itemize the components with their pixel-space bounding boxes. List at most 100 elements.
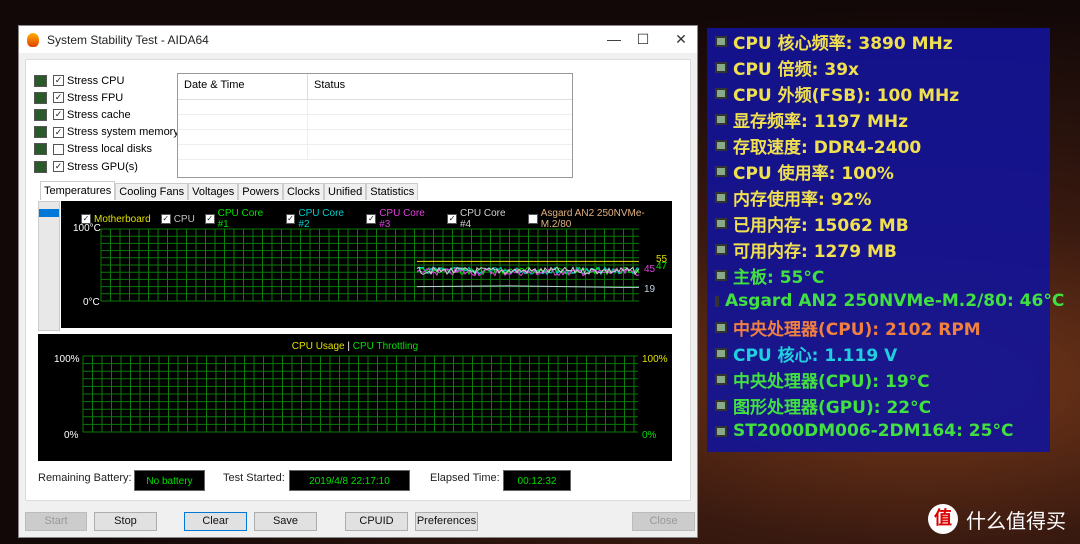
tab-clocks[interactable]: Clocks (282, 183, 324, 200)
title-bar: System Stability Test - AIDA64 — ☐ ✕ (19, 26, 697, 53)
sensor-scrollbar[interactable] (38, 201, 60, 331)
aida64-window: System Stability Test - AIDA64 — ☐ ✕ ✓ St… (18, 25, 698, 538)
osd-text: CPU 倍频: 39x (733, 59, 859, 80)
stress-label: Stress system memory (67, 126, 179, 139)
osd-text: CPU 使用率: 100% (733, 163, 894, 184)
osd-text: CPU 外频(FSB): 100 MHz (733, 85, 960, 106)
cpu-usage-title: CPU Usage (291, 341, 345, 352)
stress-checkbox[interactable] (53, 143, 64, 155)
osd-row: CPU 外频(FSB): 100 MHz (707, 80, 1050, 106)
osd-row: 内存使用率: 92% (707, 184, 1050, 210)
stress-label: Stress FPU (67, 91, 124, 104)
osd-text: 可用内存: 1279 MB (733, 241, 897, 262)
clear-button[interactable]: Clear (184, 512, 247, 531)
elapsed-time-label: Elapsed Time: (430, 472, 500, 484)
stress-options: ✓ Stress CPU ✓ Stress FPU ✓ Stress cache ✓ Stre… (34, 72, 179, 175)
stress-label: Stress CPU (67, 74, 125, 87)
aida64-logo-icon (27, 32, 39, 47)
osd-row: ST2000DM006-2DM164: 25°C (707, 418, 1050, 444)
stress-label: Stress cache (67, 108, 131, 121)
stress-option[interactable]: ✓ Stress GPU(s) (34, 158, 179, 175)
osd-text: CPU 核心频率: 3890 MHz (733, 33, 953, 54)
usage-y-max: 100% (54, 354, 80, 365)
cpu-temp-label: 19 (644, 284, 656, 295)
osd-row: 主板: 55°C (707, 262, 1050, 288)
col-status[interactable]: Status (308, 74, 345, 99)
battery-label: Remaining Battery: (38, 472, 132, 484)
close-button[interactable]: Close (632, 512, 695, 531)
osd-row: CPU 核心: 1.119 V (707, 340, 1050, 366)
osd-row: Asgard AN2 250NVMe-M.2/80: 46°C (707, 288, 1064, 314)
osd-text: 显存频率: 1197 MHz (733, 111, 908, 132)
stress-option[interactable]: ✓ Stress system memory (34, 124, 179, 141)
cpuid-button[interactable]: CPUID (345, 512, 408, 531)
osd-text: 内存使用率: 92% (733, 189, 872, 210)
watermark: 值 什么值得买 (928, 504, 1066, 534)
tab-statistics[interactable]: Statistics (366, 183, 419, 200)
close-window-button[interactable]: ✕ (664, 28, 698, 50)
tab-powers[interactable]: Powers (238, 183, 283, 200)
cpu-icon (715, 35, 727, 47)
motherboard-icon (715, 269, 727, 281)
watermark-logo: 值 (928, 504, 958, 534)
stress-checkbox[interactable]: ✓ (53, 126, 64, 138)
elapsed-time-value: 00:12:32 (503, 470, 571, 491)
memory-icon (715, 217, 727, 229)
memory-icon (715, 243, 727, 255)
stress-option[interactable]: ✓ Stress FPU (34, 89, 179, 106)
osd-row: 显存频率: 1197 MHz (707, 106, 1050, 132)
tab-temperatures[interactable]: Temperatures (40, 181, 116, 200)
save-button[interactable]: Save (254, 512, 317, 531)
sensor-osd-panel: CPU 核心频率: 3890 MHz CPU 倍频: 39x CPU 外频(FSB)… (707, 28, 1064, 452)
stress-option[interactable]: ✓ Stress CPU (34, 72, 179, 89)
stress-label: Stress GPU(s) (67, 160, 138, 173)
temp-y-min: 0°C (83, 297, 100, 308)
stress-option[interactable]: ✓ Stress cache (34, 106, 179, 123)
stress-device-icon (34, 143, 47, 156)
osd-text: 中央处理器(CPU): 2102 RPM (733, 319, 981, 340)
test-started-value: 2019/4/8 22:17:10 (289, 470, 410, 491)
usage-y-min: 0% (64, 430, 79, 441)
start-button[interactable]: Start (25, 512, 87, 531)
osd-text: 存取速度: DDR4-2400 (733, 137, 922, 158)
osd-row: 存取速度: DDR4-2400 (707, 132, 1050, 158)
stress-checkbox[interactable]: ✓ (53, 92, 64, 104)
osd-text: ST2000DM006-2DM164: 25°C (733, 421, 1014, 441)
osd-row: CPU 使用率: 100% (707, 158, 1050, 184)
stress-device-icon (34, 74, 47, 87)
osd-row: 中央处理器(CPU): 19°C (707, 366, 1050, 392)
window-title: System Stability Test - AIDA64 (47, 32, 209, 47)
cpu-icon (715, 373, 727, 385)
memory-icon (715, 113, 727, 125)
temperature-chart: ✓ Motherboard ✓ CPU ✓ CPU Core #1 ✓ CPU Core #2… (61, 201, 672, 328)
watermark-text: 什么值得买 (966, 508, 1066, 533)
cpu-icon (715, 321, 727, 333)
osd-row: 已用内存: 15062 MB (707, 210, 1050, 236)
core-temp-label: 47 (656, 261, 668, 272)
col-datetime[interactable]: Date & Time (178, 74, 308, 99)
gpu-icon (715, 399, 727, 411)
osd-row: 可用内存: 1279 MB (707, 236, 1050, 262)
stress-device-icon (34, 160, 47, 173)
throttle-y-min: 0% (642, 430, 657, 441)
stress-checkbox[interactable]: ✓ (53, 75, 64, 87)
osd-row: CPU 核心频率: 3890 MHz (707, 28, 1050, 54)
osd-text: Asgard AN2 250NVMe-M.2/80: 46°C (725, 291, 1065, 311)
cpu-icon (715, 61, 727, 73)
osd-text: 图形处理器(GPU): 22°C (733, 397, 932, 418)
log-table[interactable]: Date & Time Status (177, 73, 573, 178)
osd-text: CPU 核心: 1.119 V (733, 345, 898, 366)
stress-checkbox[interactable]: ✓ (53, 109, 64, 121)
stop-button[interactable]: Stop (94, 512, 157, 531)
stress-option[interactable]: Stress local disks (34, 141, 179, 158)
tab-unified[interactable]: Unified (324, 183, 367, 200)
tab-cooling-fans[interactable]: Cooling Fans (115, 183, 189, 200)
preferences-button[interactable]: Preferences (415, 512, 478, 531)
cpu-icon (715, 347, 727, 359)
title-separator: | (347, 341, 350, 352)
disk-icon (715, 425, 727, 437)
stress-checkbox[interactable]: ✓ (53, 161, 64, 173)
stress-label: Stress local disks (67, 143, 152, 156)
tab-voltages[interactable]: Voltages (188, 183, 239, 200)
maximize-button[interactable]: ☐ (626, 28, 660, 50)
